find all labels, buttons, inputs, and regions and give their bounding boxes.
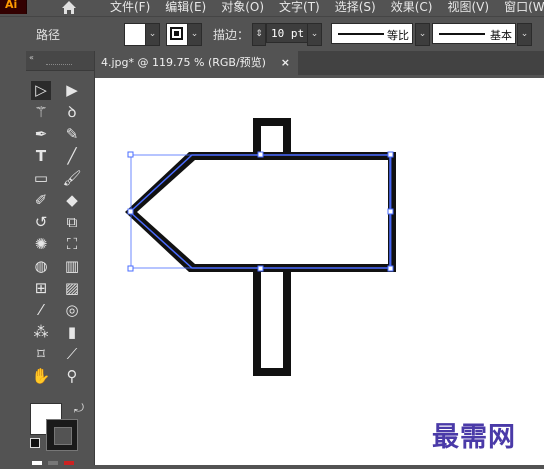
type-tool-icon[interactable]: T (31, 147, 51, 166)
menu-window[interactable]: 窗口(W) (504, 0, 544, 14)
document-tab-bar: 4.jpg* @ 119.75 % (RGB/预览) × (93, 51, 544, 75)
handle-middle-left[interactable] (127, 208, 134, 215)
profile-label: 等比 (387, 29, 409, 42)
control-bar: 路径 ⌄ ⌄ 描边： ⇕ 10 pt ⌄ 等比 ⌄ 基本 ⌄ (0, 16, 544, 52)
handle-bottom-right[interactable] (387, 265, 394, 272)
direct-selection-tool-icon[interactable]: ▶ (62, 81, 82, 100)
menu-select[interactable]: 选择(S) (335, 0, 376, 14)
canvas-artwork[interactable] (93, 78, 544, 465)
eraser-tool-icon[interactable]: ◆ (62, 191, 82, 210)
gradient-tool-icon[interactable]: ▨ (62, 279, 82, 298)
artboard-canvas[interactable] (93, 78, 544, 465)
shape-builder-tool-icon[interactable]: ◍ (31, 257, 51, 276)
line-segment-tool-icon[interactable]: ╱ (62, 147, 82, 166)
menu-file[interactable]: 文件(F) (110, 0, 150, 14)
lasso-tool-icon[interactable]: ꝺ (62, 103, 82, 122)
watermark-text: 最需网 (432, 422, 516, 453)
blend-tool-icon[interactable]: ◎ (62, 301, 82, 320)
rotate-tool-icon[interactable]: ↺ (31, 213, 51, 232)
perspective-grid-tool-icon[interactable]: ▥ (62, 257, 82, 276)
rectangle-tool-icon[interactable]: ▭ (31, 169, 51, 188)
document-tab[interactable]: 4.jpg* @ 119.75 % (RGB/预览) × (93, 51, 298, 75)
scale-tool-icon[interactable]: ⧉ (62, 213, 82, 232)
color-mode-icon[interactable] (32, 461, 42, 465)
menu-edit[interactable]: 编辑(E) (165, 0, 206, 14)
hand-tool-icon[interactable]: ✋ (31, 367, 51, 386)
free-transform-tool-icon[interactable]: ⛶ (62, 235, 82, 254)
selection-type-label: 路径 (36, 28, 61, 42)
shaper-tool-icon[interactable]: ✐ (31, 191, 51, 210)
close-tab-icon[interactable]: × (281, 51, 290, 75)
puppet-warp-tool-icon[interactable]: ✺ (31, 235, 51, 254)
symbol-sprayer-tool-icon[interactable]: ⁂ (31, 323, 51, 342)
slice-tool-icon[interactable]: ⟋ (62, 345, 82, 364)
profile-dropdown[interactable]: ⌄ (415, 23, 430, 46)
stroke-color-box[interactable] (46, 419, 78, 451)
magic-wand-tool-icon[interactable]: ⚚ (31, 103, 51, 122)
curvature-tool-icon[interactable]: ✎ (62, 125, 82, 144)
stroke-label[interactable]: 描边： (213, 26, 249, 43)
swap-colors-icon[interactable]: ⤾ (74, 401, 84, 416)
artboard-tool-icon[interactable]: ⌑ (31, 345, 51, 364)
brush-dropdown[interactable]: ⌄ (517, 23, 532, 46)
menu-effect[interactable]: 效果(C) (391, 0, 433, 14)
paintbrush-tool-icon[interactable]: 🖌 (62, 169, 82, 188)
pen-tool-icon[interactable]: ✒ (31, 125, 51, 144)
handle-bottom-left[interactable] (127, 265, 134, 272)
app-logo: Ai (0, 0, 27, 14)
tools-panel-header[interactable]: « (26, 51, 94, 71)
stroke-weight-stepper[interactable]: ⇕ (252, 23, 266, 46)
main-menu: 文件(F) 编辑(E) 对象(O) 文字(T) 选择(S) 效果(C) 视图(V) 窗口(W)… (110, 0, 544, 15)
handle-top-left[interactable] (127, 151, 134, 158)
menu-bar: Ai 文件(F) 编辑(E) 对象(O) 文字(T) 选择(S) 效果(C) 视图(V) 窗口… (0, 0, 544, 16)
app-logo-text: Ai (5, 0, 18, 11)
handle-top-center[interactable] (257, 151, 264, 158)
handle-middle-right[interactable] (387, 208, 394, 215)
fill-swatch[interactable] (124, 23, 147, 46)
collapse-panel-icon[interactable]: « (29, 53, 34, 62)
tools-panel: « ▷ ▶ ⚚ ꝺ ✒ ✎ T ╱ ▭ 🖌 ✐ ◆ ↺ ⧉ ✺ ⛶ ◍ ▥ ⊞ … (26, 51, 95, 465)
fill-dropdown[interactable]: ⌄ (145, 23, 160, 46)
brush-label: 基本 (490, 29, 512, 42)
selection-tool-icon[interactable]: ▷ (31, 81, 51, 100)
default-colors-icon[interactable] (30, 438, 40, 448)
gradient-mode-icon[interactable] (48, 461, 58, 465)
profile-line (338, 33, 384, 35)
menu-view[interactable]: 视图(V) (447, 0, 489, 14)
column-graph-tool-icon[interactable]: ▮ (62, 323, 82, 342)
none-mode-icon[interactable] (64, 461, 74, 465)
stroke-color-box-inner (54, 427, 72, 445)
panel-grip[interactable] (46, 64, 72, 67)
document-tab-title: 4.jpg* @ 119.75 % (RGB/预览) (101, 56, 266, 69)
zoom-tool-icon[interactable]: ⚲ (62, 367, 82, 386)
stroke-dropdown[interactable]: ⌄ (187, 23, 202, 46)
home-icon[interactable] (60, 0, 78, 14)
brush-line (439, 33, 485, 35)
menu-object[interactable]: 对象(O) (221, 0, 264, 14)
handle-bottom-center[interactable] (257, 265, 264, 272)
menu-type[interactable]: 文字(T) (279, 0, 320, 14)
brush-definition[interactable]: 基本 (432, 23, 516, 44)
left-dock-strip (0, 51, 26, 465)
variable-width-profile[interactable]: 等比 (331, 23, 413, 44)
stroke-weight-dropdown[interactable]: ⌄ (307, 23, 322, 46)
mesh-tool-icon[interactable]: ⊞ (31, 279, 51, 298)
stroke-swatch-inner (170, 27, 183, 40)
handle-top-right[interactable] (387, 151, 394, 158)
eyedropper-tool-icon[interactable]: ⁄ (31, 301, 51, 320)
stroke-swatch[interactable] (166, 23, 189, 46)
stroke-swatch-dot (174, 31, 179, 36)
